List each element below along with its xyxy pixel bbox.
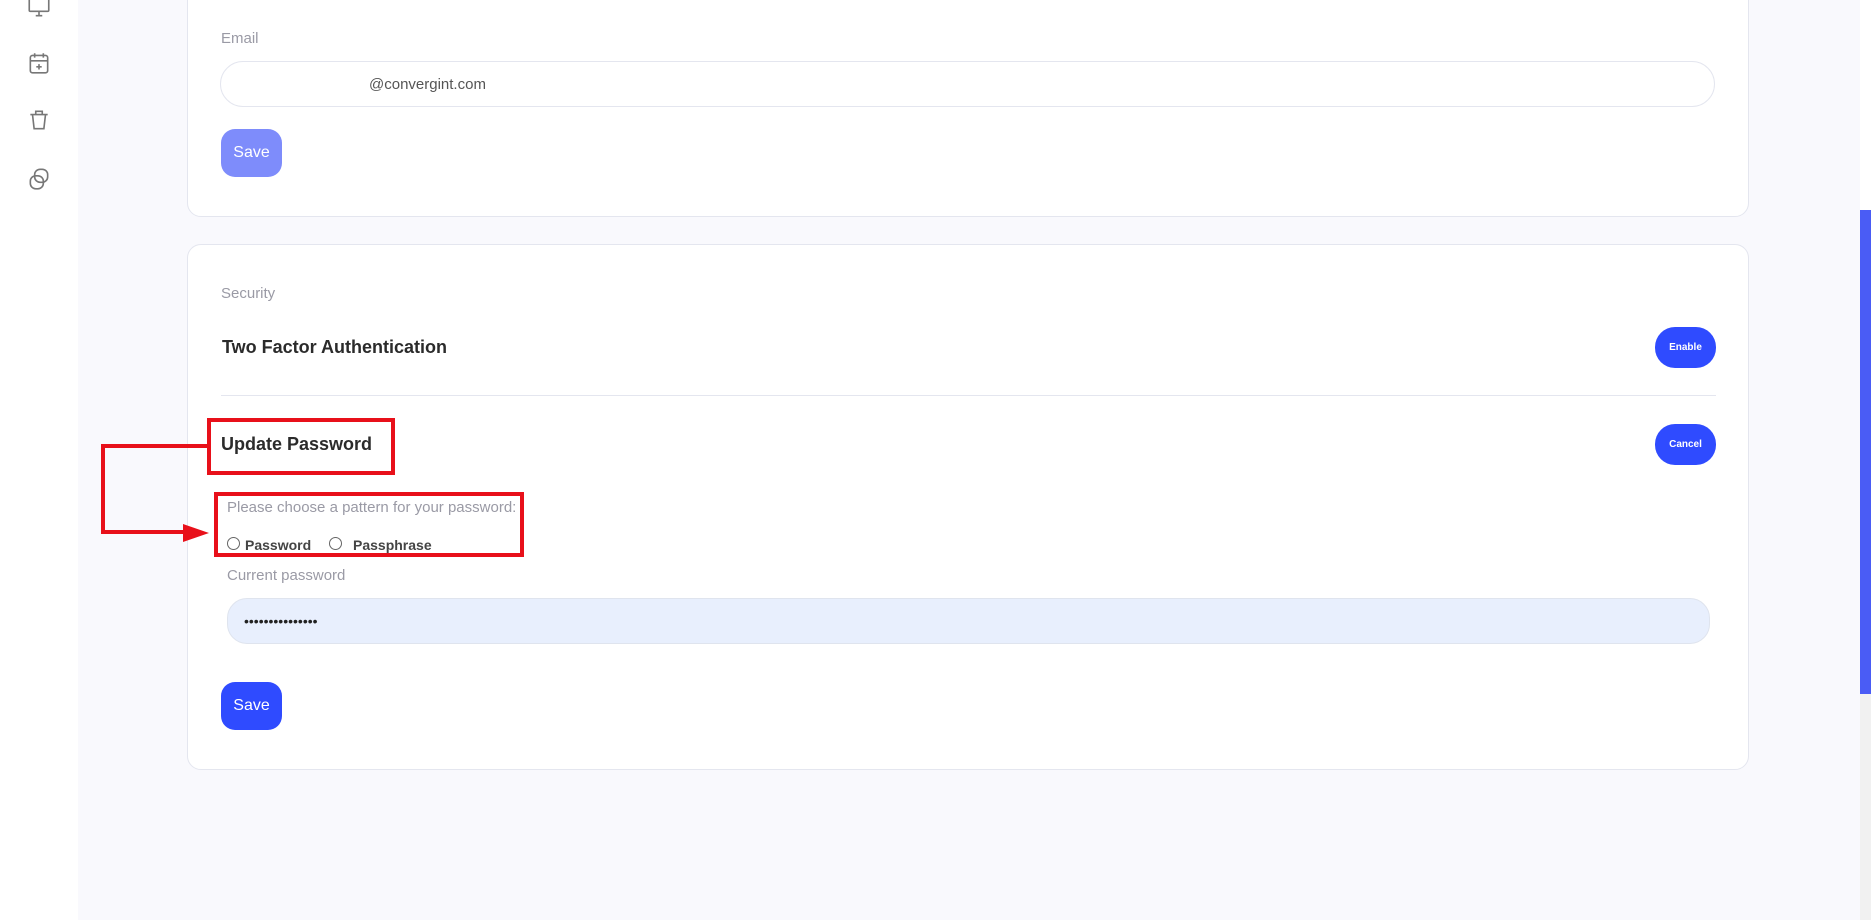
pattern-prompt: Please choose a pattern for your passwor… [227, 499, 517, 516]
update-password-title: Update Password [221, 434, 373, 454]
copy-icon[interactable] [24, 164, 54, 194]
radio-passphrase[interactable]: Passphrase [329, 533, 432, 553]
trash-icon[interactable] [24, 105, 54, 135]
radio-passphrase-label: Passphrase [353, 537, 432, 553]
current-password-field[interactable] [227, 598, 1710, 644]
current-password-label: Current password [227, 567, 346, 584]
divider [221, 395, 1716, 396]
cancel-update-password-button[interactable]: Cancel [1655, 424, 1716, 465]
email-field[interactable] [220, 61, 1715, 107]
security-label: Security [221, 285, 276, 302]
two-factor-title: Two Factor Authentication [222, 337, 447, 357]
email-label: Email [221, 30, 259, 47]
radio-passphrase-circle[interactable] [329, 536, 342, 550]
radio-password-circle[interactable] [227, 536, 240, 550]
save-password-button[interactable]: Save [221, 682, 282, 730]
enable-two-factor-button[interactable]: Enable [1655, 327, 1716, 368]
scrollbar-thumb[interactable] [1860, 210, 1871, 694]
sidebar [0, 0, 78, 920]
radio-password-label: Password [245, 537, 312, 553]
scrollbar-track-top [1860, 0, 1871, 210]
calendar-add-icon[interactable] [24, 48, 54, 78]
email-card [187, 0, 1749, 217]
save-email-button[interactable]: Save [221, 129, 282, 177]
radio-password[interactable]: Password [227, 533, 311, 553]
monitor-icon[interactable] [24, 0, 54, 22]
